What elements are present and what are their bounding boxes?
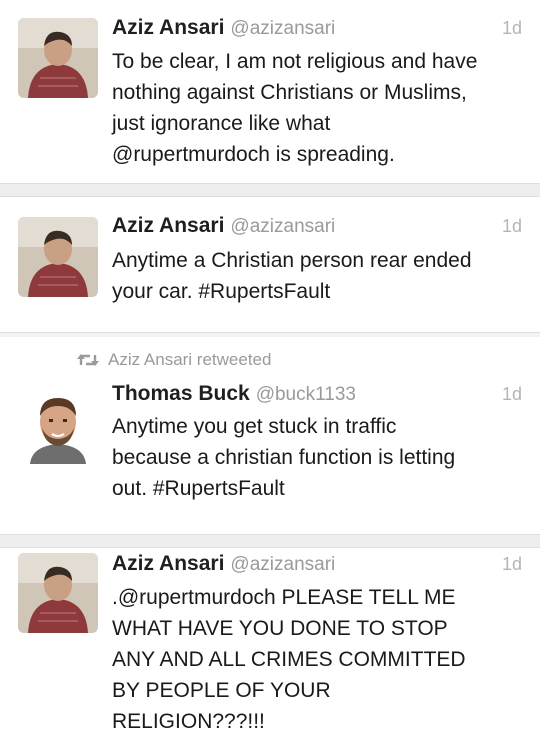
display-name[interactable]: Aziz Ansari — [112, 214, 224, 237]
tweet-text: Anytime you get stuck in traffic because… — [112, 411, 526, 504]
tweet-header: Aziz Ansari @azizansari 1d — [112, 214, 526, 244]
man-portrait-avatar[interactable] — [18, 384, 98, 464]
tweet-text: To be clear, I am not religious and have… — [112, 46, 526, 170]
tweet-text-line: BY PEOPLE OF YOUR — [112, 679, 331, 702]
user-handle[interactable]: @azizansari — [230, 216, 335, 237]
user-handle[interactable]: @azizansari — [230, 554, 335, 575]
tweet-2[interactable]: Aziz Ansari @azizansari 1d Anytime a Chri… — [0, 197, 540, 332]
tweet-separator — [0, 332, 540, 337]
tweet-text-line: @rupertmurdoch is spreading. — [112, 143, 395, 166]
tweet-separator — [0, 183, 540, 197]
tweet-text: .@rupertmurdoch PLEASE TELL ME WHAT HAVE… — [112, 582, 526, 737]
retweet-icon — [76, 352, 100, 373]
tweet-1[interactable]: Aziz Ansari @azizansari 1d To be clear, I… — [0, 0, 540, 183]
display-name[interactable]: Thomas Buck — [112, 382, 250, 405]
tweet-header: Thomas Buck @buck1133 1d — [112, 382, 526, 412]
tweet-text-line: Anytime a Christian person rear ended — [112, 249, 472, 272]
retweeted-by-label[interactable]: Aziz Ansari retweeted — [108, 350, 271, 369]
child-in-red-jacket-avatar[interactable] — [18, 18, 98, 98]
tweet-text-line: RELIGION???!!! — [112, 710, 265, 733]
retweet-context: Aziz Ansari retweeted — [76, 350, 271, 373]
tweet-header: Aziz Ansari @azizansari 1d — [112, 552, 526, 582]
child-in-red-jacket-avatar[interactable] — [18, 217, 98, 297]
tweet-text-line: because a christian function is letting — [112, 446, 456, 469]
tweet-text-line: WHAT HAVE YOU DONE TO STOP — [112, 617, 448, 640]
timestamp[interactable]: 1d — [502, 216, 522, 237]
tweet-text-line: your car. #RupertsFault — [112, 280, 331, 303]
display-name[interactable]: Aziz Ansari — [112, 16, 224, 39]
user-handle[interactable]: @azizansari — [230, 18, 335, 39]
tweet-text-line: nothing against Christians or Muslims, — [112, 81, 467, 104]
timestamp[interactable]: 1d — [502, 384, 522, 405]
tweet-text-line: ANY AND ALL CRIMES COMMITTED — [112, 648, 466, 671]
tweet-4[interactable]: Aziz Ansari @azizansari 1d .@rupertmurdoc… — [0, 548, 540, 734]
tweet-text-line: Anytime you get stuck in traffic — [112, 415, 397, 438]
user-handle[interactable]: @buck1133 — [256, 384, 356, 405]
tweet-text-line: just ignorance like what — [112, 112, 331, 135]
display-name[interactable]: Aziz Ansari — [112, 552, 224, 575]
tweet-text: Anytime a Christian person rear ended yo… — [112, 245, 526, 307]
timestamp[interactable]: 1d — [502, 18, 522, 39]
timestamp[interactable]: 1d — [502, 554, 522, 575]
tweet-text-line: out. #RupertsFault — [112, 477, 285, 500]
tweet-header: Aziz Ansari @azizansari 1d — [112, 16, 526, 46]
tweet-text-line: .@rupertmurdoch PLEASE TELL ME — [112, 586, 456, 609]
tweet-separator — [0, 534, 540, 548]
child-in-red-jacket-avatar[interactable] — [18, 553, 98, 633]
tweet-text-line: To be clear, I am not religious and have — [112, 50, 478, 73]
tweet-3-retweet[interactable]: Aziz Ansari retweeted Thomas Buck @buck11… — [0, 338, 540, 534]
